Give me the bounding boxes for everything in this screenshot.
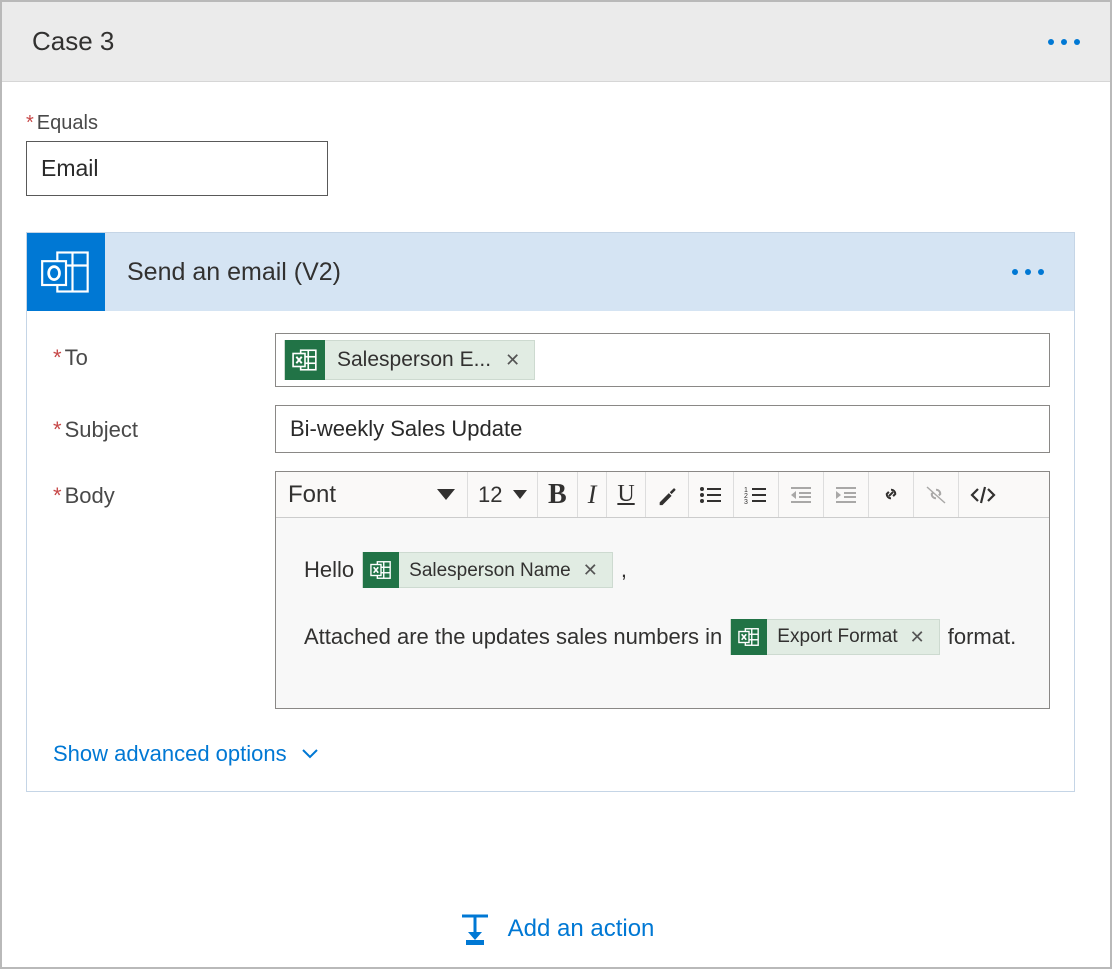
outlook-icon <box>27 233 105 311</box>
body-text-line2-pre: Attached are the updates sales numbers i… <box>304 611 722 664</box>
bullet-list-button[interactable] <box>689 472 734 517</box>
add-action-button[interactable]: Add an action <box>26 912 1086 946</box>
body-text-line2-post: format. <box>948 611 1016 664</box>
indent-button[interactable] <box>824 472 869 517</box>
equals-input[interactable] <box>26 141 328 196</box>
body-token-salesperson-name[interactable]: Salesperson Name ✕ <box>362 552 613 588</box>
numbered-list-button[interactable]: 123 <box>734 472 779 517</box>
required-star-icon: * <box>26 112 34 134</box>
svg-text:3: 3 <box>744 499 748 506</box>
bold-icon: B <box>548 479 567 511</box>
action-body: *To Salesperson E... ✕ <box>27 311 1074 791</box>
outdent-button[interactable] <box>779 472 824 517</box>
to-token-salesperson-email[interactable]: Salesperson E... ✕ <box>284 340 535 380</box>
eyedropper-icon <box>656 484 678 506</box>
excel-icon <box>285 340 325 380</box>
body-token-export-format[interactable]: Export Format ✕ <box>730 619 939 655</box>
body-content-area[interactable]: Hello Salesperson Name ✕ , <box>276 518 1049 708</box>
code-view-button[interactable] <box>959 472 1007 517</box>
case-title: Case 3 <box>32 26 114 57</box>
remove-token-icon[interactable]: ✕ <box>906 616 929 659</box>
to-input[interactable]: Salesperson E... ✕ <box>275 333 1050 387</box>
subject-row: *Subject <box>53 405 1050 453</box>
link-icon <box>879 484 903 506</box>
remove-token-icon[interactable]: ✕ <box>501 350 524 371</box>
case-header: Case 3 <box>2 2 1110 82</box>
action-menu-ellipsis-icon[interactable] <box>1012 269 1044 275</box>
excel-icon <box>731 619 767 655</box>
remove-token-icon[interactable]: ✕ <box>579 549 602 592</box>
font-size-dropdown[interactable]: 12 <box>468 472 538 517</box>
bold-button[interactable]: B <box>538 472 578 517</box>
caret-down-icon <box>513 490 527 499</box>
required-star-icon: * <box>53 345 62 370</box>
unlink-icon <box>924 484 948 506</box>
rich-text-toolbar: Font 12 B I U <box>276 472 1049 518</box>
code-icon <box>969 484 997 506</box>
underline-icon: U <box>617 481 634 508</box>
italic-button[interactable]: I <box>578 472 608 517</box>
italic-icon: I <box>588 480 597 510</box>
color-picker-button[interactable] <box>646 472 689 517</box>
caret-down-icon <box>437 489 455 500</box>
subject-input[interactable] <box>275 405 1050 453</box>
body-row: *Body Font 12 <box>53 471 1050 709</box>
underline-button[interactable]: U <box>607 472 645 517</box>
action-title: Send an email (V2) <box>127 258 341 287</box>
link-button[interactable] <box>869 472 914 517</box>
send-email-header[interactable]: Send an email (V2) <box>27 233 1074 311</box>
case-menu-ellipsis-icon[interactable] <box>1048 39 1080 45</box>
insert-action-icon <box>458 912 492 946</box>
body-text-hello: Hello <box>304 544 354 597</box>
subject-label: Subject <box>65 417 138 442</box>
font-family-dropdown[interactable]: Font <box>276 472 468 517</box>
chevron-down-icon <box>301 748 319 760</box>
body-text-comma: , <box>621 544 627 597</box>
unlink-button[interactable] <box>914 472 959 517</box>
equals-label: *Equals <box>26 112 1086 135</box>
to-label: To <box>65 345 88 370</box>
required-star-icon: * <box>53 483 62 508</box>
to-row: *To Salesperson E... ✕ <box>53 333 1050 387</box>
show-advanced-options-link[interactable]: Show advanced options <box>53 741 319 767</box>
case-panel: Case 3 *Equals <box>0 0 1112 969</box>
add-action-label: Add an action <box>508 915 655 943</box>
body-label: Body <box>65 483 115 508</box>
body-editor: Font 12 B I U <box>275 471 1050 709</box>
excel-icon <box>363 552 399 588</box>
numbered-list-icon: 123 <box>744 484 768 506</box>
indent-icon <box>834 484 858 506</box>
outdent-icon <box>789 484 813 506</box>
case-content: *Equals Send an email (V2) <box>2 82 1110 946</box>
required-star-icon: * <box>53 417 62 442</box>
send-email-action-card: Send an email (V2) *To <box>26 232 1075 792</box>
bullet-list-icon <box>699 484 723 506</box>
